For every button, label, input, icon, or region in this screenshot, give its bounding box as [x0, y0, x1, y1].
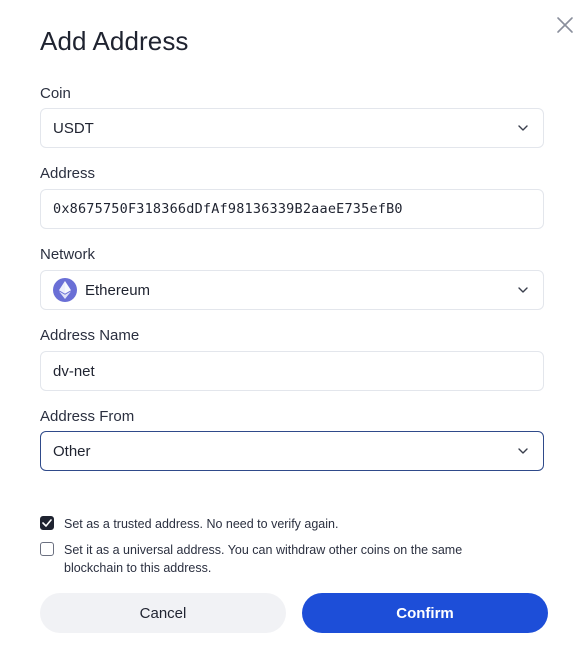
network-select-value: Ethereum: [85, 281, 151, 299]
coin-label: Coin: [40, 85, 71, 102]
universal-address-checkbox[interactable]: [40, 542, 54, 556]
chevron-down-icon: [517, 122, 529, 134]
address-name-label: Address Name: [40, 327, 140, 344]
trusted-address-checkbox[interactable]: [40, 516, 54, 530]
network-label: Network: [40, 246, 96, 263]
address-name-input[interactable]: dv-net: [40, 351, 544, 391]
chevron-down-icon: [517, 284, 529, 296]
trusted-address-option[interactable]: Set as a trusted address. No need to ver…: [40, 515, 504, 533]
coin-select[interactable]: USDT: [40, 108, 544, 148]
ethereum-icon: [53, 278, 77, 302]
address-from-value: Other: [53, 442, 91, 460]
network-select[interactable]: Ethereum: [40, 270, 544, 310]
address-label: Address: [40, 165, 96, 182]
universal-address-label: Set it as a universal address. You can w…: [64, 543, 463, 575]
add-address-dialog: Add Address Coin USDT Address 0x8675750F…: [0, 0, 588, 662]
close-icon[interactable]: [554, 14, 576, 36]
universal-address-option[interactable]: Set it as a universal address. You can w…: [40, 541, 504, 577]
address-from-select[interactable]: Other: [40, 431, 544, 471]
address-name-value: dv-net: [53, 362, 95, 380]
dialog-title: Add Address: [40, 26, 189, 56]
coin-select-value: USDT: [53, 119, 94, 137]
confirm-button[interactable]: Confirm: [302, 593, 548, 633]
address-input[interactable]: 0x8675750F318366dDfAf98136339B2aaeE735ef…: [40, 189, 544, 229]
cancel-button[interactable]: Cancel: [40, 593, 286, 633]
trusted-address-label: Set as a trusted address. No need to ver…: [64, 517, 339, 531]
address-input-value: 0x8675750F318366dDfAf98136339B2aaeE735ef…: [53, 201, 403, 217]
chevron-down-icon: [517, 445, 529, 457]
address-from-label: Address From: [40, 408, 135, 425]
